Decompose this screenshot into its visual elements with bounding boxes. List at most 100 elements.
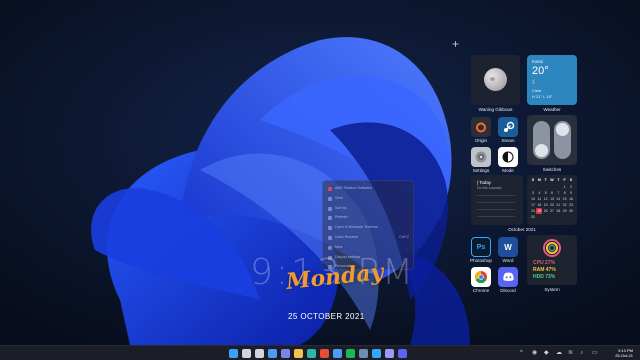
add-widget-plus-icon[interactable]: + [452,38,459,50]
origin-app-tile[interactable] [471,117,491,137]
agenda-widget[interactable]: | Today Do the Laundry [471,175,523,225]
weather-condition: Clear [532,88,542,93]
context-menu-item[interactable]: Sort by [323,204,413,214]
hdd-ring [549,245,555,251]
calendar-day [562,214,568,220]
new-icon [328,245,332,250]
photoshop-icon[interactable] [372,349,381,358]
moon-icon [484,68,507,91]
system-widget-label: System [544,287,560,292]
steam-icon[interactable] [359,349,368,358]
wifi-icon[interactable]: ≋ [568,349,573,358]
spotify-icon[interactable] [346,349,355,358]
steam-label: Steam [501,138,515,143]
chrome-icon [471,267,491,287]
steam-icon [498,117,518,137]
task-view-icon[interactable] [255,349,264,358]
calendar-day [543,214,549,220]
switches-widget-label: Switches [542,167,562,172]
search-icon[interactable] [242,349,251,358]
store-icon[interactable] [333,349,342,358]
onedrive-icon[interactable]: ☁ [556,349,562,358]
discord-icon [498,267,518,287]
desktop-wallpaper [0,0,640,345]
premiere-icon[interactable] [385,349,394,358]
mode-app-tile[interactable] [498,147,518,167]
file-explorer-icon[interactable] [294,349,303,358]
toggle-switch[interactable] [554,121,571,159]
chrome-icon[interactable] [320,349,329,358]
context-menu-item-label: Open in Windows Terminal [335,225,378,230]
settings-label: Settings [472,168,490,173]
calendar-widget-label: October 2021 [508,227,536,232]
taskbar: ^ ◉ ◆ ☁ ≋ ♪ ▭ 9:13 PM 25-Oct-21 [0,345,640,360]
steam-app-tile[interactable] [498,117,518,137]
widgets-icon[interactable] [268,349,277,358]
clock-date: 25 OCTOBER 2021 [288,312,365,321]
agenda-task: Do the Laundry [477,186,502,190]
refresh-icon [328,216,332,221]
context-menu-item[interactable]: Open in Windows Terminal [323,223,413,233]
edge-icon[interactable] [307,349,316,358]
calendar-day [555,214,561,220]
calendar-day [568,214,574,220]
mode-icon [498,147,518,167]
weather-widget[interactable]: Kasui 20° ☾ Clear H 21° L 16° [527,55,577,105]
calendar-day [549,214,555,220]
ram-usage: RAM 47% [533,267,556,273]
word-icon: W [504,242,512,252]
settings-app-tile[interactable] [471,147,491,167]
calendar-day [536,214,542,220]
discord-label: Discord [500,288,516,293]
agenda-today-heading: | Today [477,180,491,185]
tray-app-icon[interactable]: ◉ [532,349,537,358]
context-menu-item[interactable]: AMD Radeon Software [323,184,413,194]
agenda-divider [477,209,515,210]
context-menu-item[interactable]: Undo Rename Ctrl+Z [323,233,413,243]
battery-icon[interactable]: ▭ [592,349,598,358]
calendar-widget[interactable]: S M T W T F S 1 2 3 4 5 6 7 8 9 10 11 12 13 14 15 16 17 1… [527,175,577,225]
context-menu-item-label: Sort by [335,205,347,210]
photoshop-label: Photoshop [470,258,492,263]
chrome-app-tile[interactable] [471,267,491,287]
context-menu-item[interactable]: View [323,194,413,204]
context-menu-item[interactable]: Refresh [323,213,413,223]
origin-icon [471,117,491,137]
discord-app-tile[interactable] [498,267,518,287]
chevron-up-icon[interactable]: ^ [520,349,523,358]
origin-label: Origin [474,138,488,143]
chat-icon[interactable] [281,349,290,358]
start-icon[interactable] [229,349,238,358]
photoshop-app-tile[interactable]: Ps [471,237,491,257]
context-menu-item-label: View [335,195,343,200]
agenda-divider [477,195,515,196]
calendar-week-row: 31 [530,214,574,220]
amd-icon [328,187,332,191]
toggle-switch[interactable] [533,121,550,159]
agenda-divider [477,216,515,217]
terminal-icon [328,226,332,231]
hdd-usage: HDD 73% [533,274,556,280]
view-icon [328,196,332,201]
taskbar-date: 25-Oct-21 [615,353,633,358]
weather-temperature: 20° [532,65,549,77]
system-monitor-widget[interactable]: CPU 27% RAM 47% HDD 73% [527,235,577,285]
agenda-divider [477,202,515,203]
discord-icon[interactable] [398,349,407,358]
context-menu-item-label: AMD Radeon Software [335,186,372,190]
photoshop-icon: Ps [476,243,486,251]
calendar-grid: 1 2 3 4 5 6 7 8 9 10 11 12 13 14 15 16 17 18 19 20 21 22 23 24 2… [530,184,574,220]
weather-widget-label: Weather [543,107,561,112]
calendar-day[interactable]: 31 [530,214,536,220]
taskbar-clock[interactable]: 9:13 PM 25-Oct-21 [607,348,633,359]
toggle-knob [535,144,548,157]
context-menu-shortcut: Ctrl+Z [399,234,409,239]
settings-icon [471,147,491,167]
tray-app-icon[interactable]: ◆ [544,349,549,358]
moon-widget-label: Waning Gibbous [478,107,513,112]
word-app-tile[interactable]: W [498,237,518,257]
toggle-knob [556,123,569,136]
context-menu-item-label: Undo Rename [335,234,359,239]
moon-phase-widget[interactable] [471,55,520,105]
volume-icon[interactable]: ♪ [580,349,583,358]
